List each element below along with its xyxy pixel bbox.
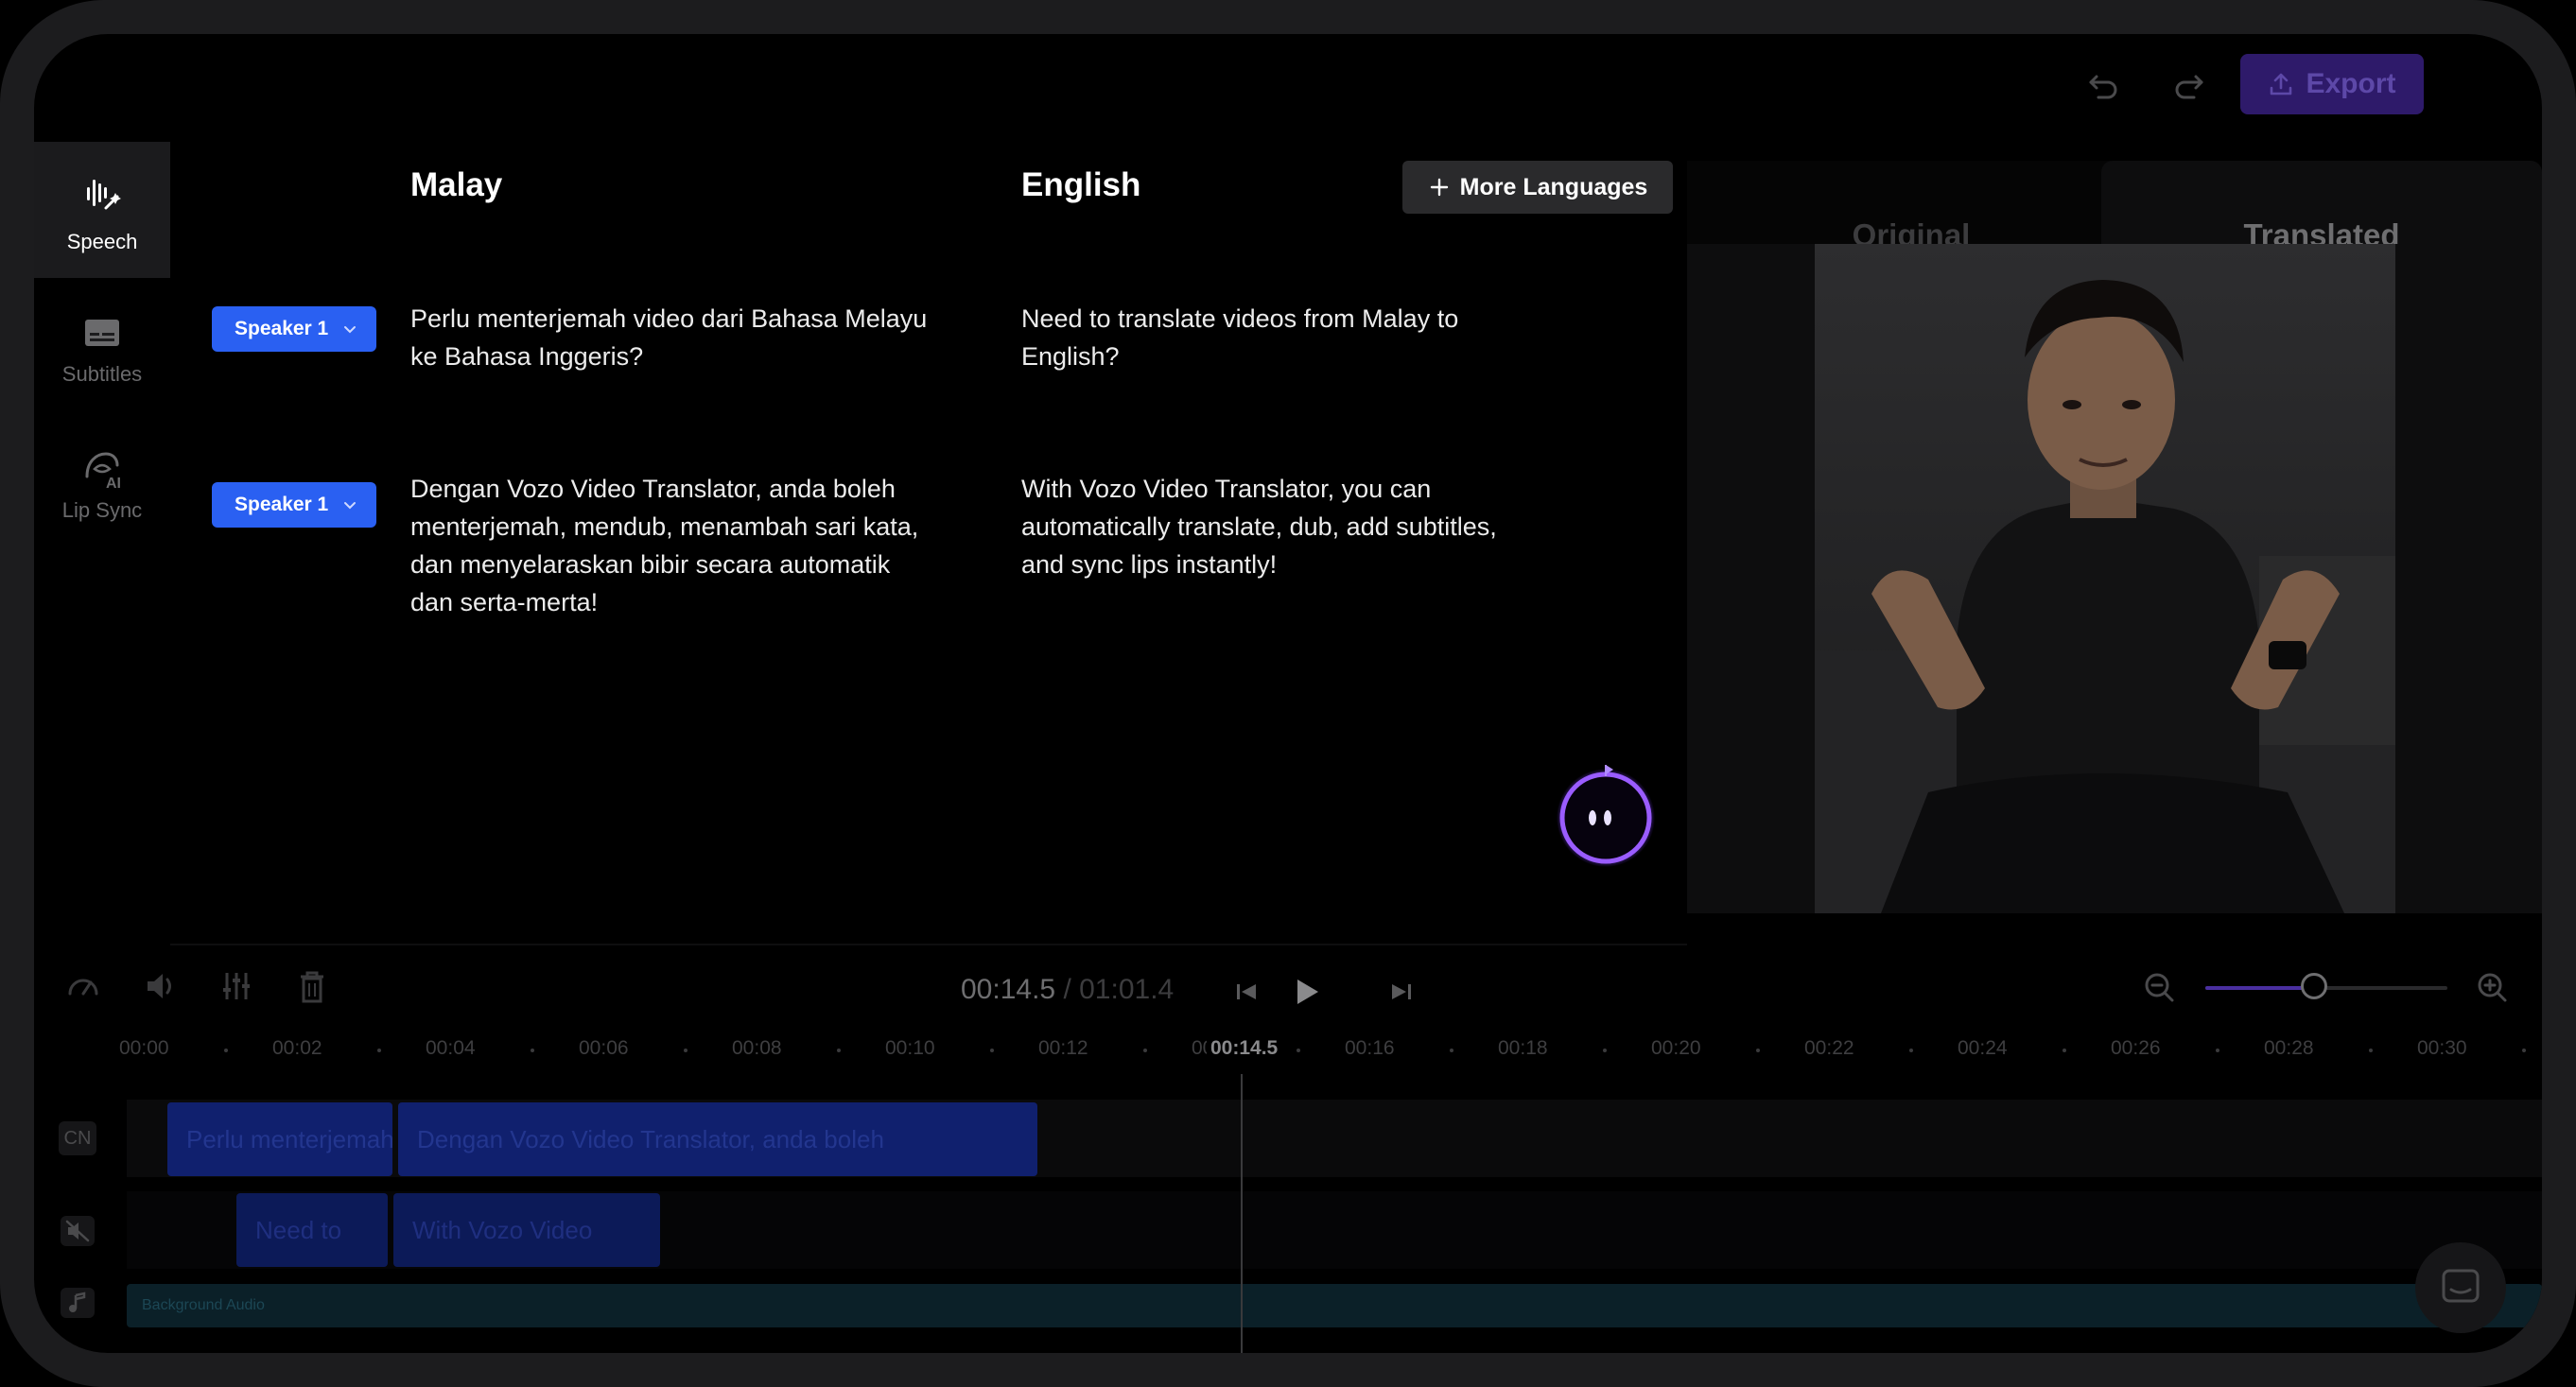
sidebar-item-label: Speech (66, 230, 138, 253)
chat-widget-button[interactable] (2415, 1242, 2506, 1333)
timeline-tick-label: 00:06 (579, 1037, 629, 1059)
timeline-tick-label: 00:30 (2417, 1037, 2467, 1059)
plus-icon (1430, 178, 1448, 197)
chat-icon (2442, 1269, 2480, 1303)
timeline-tick-dot (1603, 1049, 1607, 1052)
target-segment-text[interactable]: With Vozo Video Translator, you can auto… (1021, 470, 1497, 583)
zoom-slider-handle[interactable] (2301, 973, 2328, 999)
target-segment-text[interactable]: Need to translate videos from Malay to E… (1021, 300, 1458, 375)
timeline-tick-label: 00:08 (732, 1037, 782, 1059)
device-frame: Export Speech Subtitles AI Lip Sync Mala… (0, 0, 2576, 1387)
timeline-tick-label: 00:00 (119, 1037, 169, 1059)
app-screen: Export Speech Subtitles AI Lip Sync Mala… (34, 34, 2542, 1353)
muted-track-icon[interactable] (59, 1212, 96, 1250)
timeline-tick-dot (1756, 1049, 1760, 1052)
speaker-label: Speaker 1 (235, 494, 329, 515)
delete-icon[interactable] (291, 965, 333, 1007)
chevron-down-icon (344, 502, 356, 510)
timeline-tick-dot (1909, 1049, 1913, 1052)
timeline-tick-dot (1450, 1049, 1453, 1052)
upload-icon (2271, 73, 2292, 95)
sidebar-item-subtitles[interactable]: Subtitles (34, 314, 170, 427)
timeline-tick-dot (990, 1049, 994, 1052)
cn-clip[interactable]: Dengan Vozo Video Translator, anda boleh (398, 1102, 1037, 1176)
speech-waveform-icon (87, 180, 121, 210)
timeline-tick-dot (224, 1049, 228, 1052)
music-note-icon (61, 1288, 95, 1318)
timeline-tick-label: 00:10 (885, 1037, 935, 1059)
skip-forward-icon[interactable] (1383, 973, 1420, 1011)
volume-icon[interactable] (140, 965, 182, 1007)
more-languages-label: More Languages (1459, 173, 1648, 200)
more-languages-button[interactable]: More Languages (1402, 161, 1673, 214)
redo-icon[interactable] (2169, 65, 2207, 103)
source-segment-text[interactable]: Perlu menterjemah video dari Bahasa Mela… (410, 300, 927, 375)
speaker-select[interactable]: Speaker 1 (212, 482, 376, 528)
equalizer-icon[interactable] (216, 965, 257, 1007)
undo-icon[interactable] (2085, 65, 2123, 103)
zoom-in-icon[interactable] (2474, 969, 2512, 1007)
timeline-tick-dot (684, 1049, 688, 1052)
zoom-slider-fill (2205, 986, 2315, 990)
assistant-mascot-icon[interactable] (1551, 757, 1661, 867)
target-language-header: English (1021, 166, 1141, 203)
current-time: 00:14.5 (961, 974, 1056, 1005)
timeline-tick-label: 00:26 (2111, 1037, 2161, 1059)
timeline-tick-dot (2522, 1049, 2526, 1052)
svg-text:AI: AI (106, 476, 121, 490)
en-clip[interactable]: With Vozo Video (393, 1193, 660, 1267)
sidebar-item-label: Subtitles (61, 362, 143, 386)
time-readout: 00:14.5 / 01:01.4 (961, 974, 1174, 1006)
cn-clip[interactable]: Perlu menterjemah (167, 1102, 392, 1176)
timeline-tick-dot (2369, 1049, 2373, 1052)
lip-sync-icon: AI (85, 452, 121, 492)
timeline-tick-dot (377, 1049, 381, 1052)
timeline-tick-label: 00:28 (2264, 1037, 2314, 1059)
timeline-tick-dot (2063, 1049, 2066, 1052)
chevron-down-icon (344, 326, 356, 334)
total-time: 01:01.4 (1079, 974, 1175, 1005)
divider (170, 944, 1687, 945)
sidebar-item-lip-sync[interactable]: AI Lip Sync (34, 448, 170, 562)
playhead-line[interactable] (1241, 1074, 1243, 1353)
source-segment-text[interactable]: Dengan Vozo Video Translator, anda boleh… (410, 470, 918, 621)
timeline-tick-dot (2216, 1049, 2219, 1052)
timeline-tick-label: 00:22 (1804, 1037, 1854, 1059)
export-label: Export (2306, 68, 2396, 99)
timeline-tick-dot (531, 1049, 534, 1052)
sidebar-item-label: Lip Sync (61, 498, 143, 522)
zoom-slider[interactable] (2205, 973, 2447, 999)
playhead-time-label: 00:14.5 (1207, 1037, 1282, 1060)
timeline-tick-label: 00:16 (1345, 1037, 1395, 1059)
timeline-tick-dot (837, 1049, 841, 1052)
background-audio-label: Background Audio (142, 1297, 265, 1313)
play-icon[interactable] (1284, 970, 1328, 1014)
time-separator: / (1063, 974, 1071, 1005)
skip-back-icon[interactable] (1227, 973, 1265, 1011)
timeline-tick-dot (1143, 1049, 1147, 1052)
speed-gauge-icon[interactable] (62, 965, 104, 1007)
timeline-tick-label: 00:20 (1651, 1037, 1701, 1059)
timeline-tick-label: 00:12 (1038, 1037, 1088, 1059)
export-button[interactable]: Export (2240, 54, 2424, 114)
background-audio-track[interactable]: Background Audio (127, 1284, 2542, 1327)
timeline-tick-label: 00:04 (426, 1037, 476, 1059)
subtitles-icon (85, 320, 119, 346)
track-cn-label: CN (59, 1121, 96, 1155)
timeline-tick-dot (1297, 1049, 1300, 1052)
timeline-tick-label: 00:18 (1498, 1037, 1548, 1059)
speaker-select[interactable]: Speaker 1 (212, 306, 376, 352)
en-clip[interactable]: Need to (236, 1193, 388, 1267)
timeline-tick-label: 00:24 (1958, 1037, 2008, 1059)
zoom-out-icon[interactable] (2141, 969, 2179, 1007)
speaker-label: Speaker 1 (235, 318, 329, 339)
video-frame-person[interactable] (1815, 244, 2395, 913)
timeline-tick-label: 00:02 (272, 1037, 322, 1059)
source-language-header: Malay (410, 166, 503, 203)
sidebar-item-speech[interactable]: Speech (34, 142, 170, 278)
